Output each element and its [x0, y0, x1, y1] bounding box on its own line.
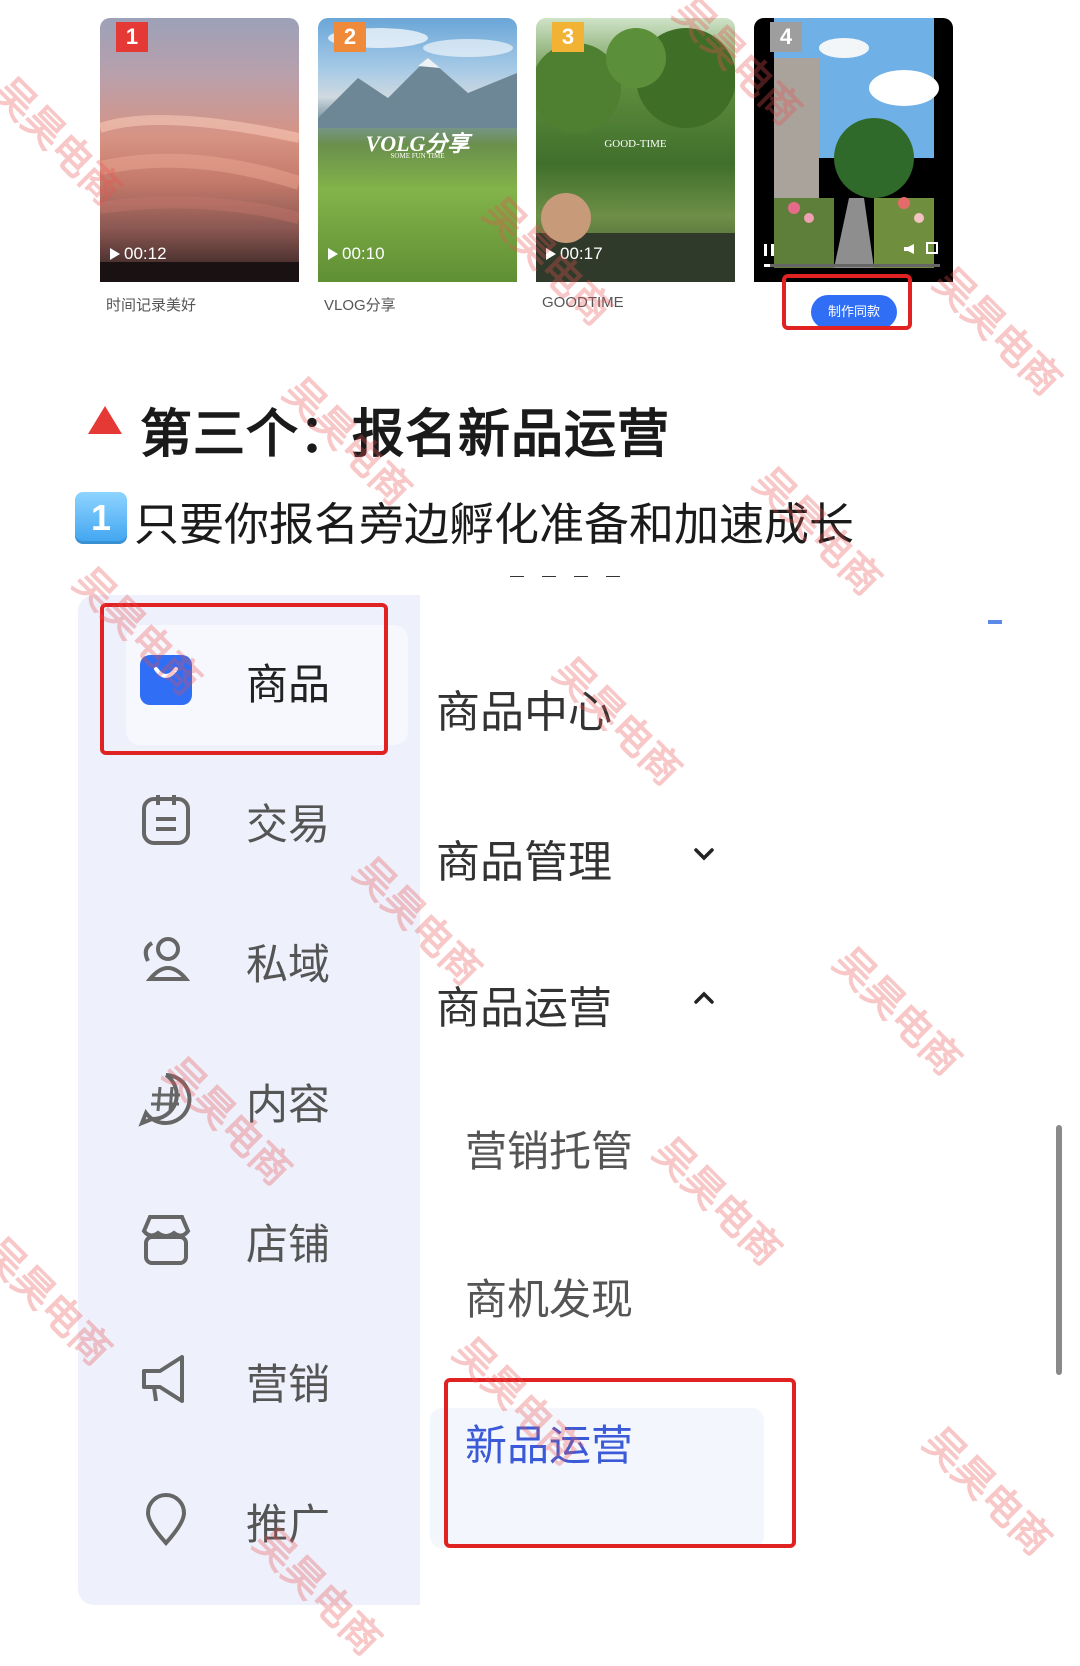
template-card-1[interactable]: 1 00:12 时间记录美好 [100, 18, 299, 338]
play-icon [546, 248, 556, 260]
template-title: VLOG分享 [324, 297, 396, 314]
forest-thumbnail: GOOD-TIME [536, 18, 735, 282]
sidebar-item-label: 私域 [246, 940, 331, 989]
garden-scene [764, 18, 940, 268]
play-icon [110, 248, 120, 260]
sidebar-item-private-domain[interactable]: 私域 [138, 923, 398, 1003]
scrollbar[interactable] [1056, 1125, 1062, 1375]
play-icon [328, 248, 338, 260]
fullscreen-icon[interactable] [926, 242, 938, 254]
submenu-goods-center[interactable]: 商品中心 [436, 676, 612, 740]
sidebar-item-label: 内容 [246, 1080, 331, 1129]
duration-label: 00:10 [328, 244, 385, 264]
sidebar-item-promotion[interactable]: 推广 [138, 1483, 398, 1563]
keycap-one-icon: 1 [75, 492, 127, 544]
sidebar-item-store[interactable]: 店铺 [138, 1203, 398, 1283]
clipped-top-text [510, 565, 650, 577]
sidebar-item-content[interactable]: 内容 [138, 1063, 398, 1143]
sidebar-item-label: 交易 [246, 800, 331, 849]
template-title: 时间记录美好 [106, 297, 197, 314]
rank-badge: 3 [552, 22, 584, 52]
users-icon [143, 937, 191, 981]
sidebar-item-label: 营销 [246, 1360, 331, 1409]
duration-label: 00:12 [110, 244, 167, 264]
submenu-opportunity-discovery[interactable]: 商机发现 [465, 1266, 633, 1327]
subline-text: 只要你报名旁边孵化准备和加速成长 [134, 498, 855, 551]
template-title: GOODTIME [542, 294, 624, 311]
megaphone-icon [142, 1355, 184, 1403]
template-card-3[interactable]: GOOD-TIME 3 00:17 GOODTIME [536, 18, 735, 338]
submenu-marketing-hosting[interactable]: 营销托管 [465, 1118, 633, 1179]
highlight-box-goods [100, 603, 388, 755]
sidebar-item-label: 店铺 [246, 1220, 331, 1269]
chevron-up-icon[interactable] [692, 986, 716, 1010]
hashtag-icon [138, 1073, 192, 1127]
template-card-2[interactable]: VOLG分享 SOME FUN TIME 2 00:10 VLOG分享 [318, 18, 517, 338]
store-icon [141, 1215, 191, 1265]
sidebar-item-label: 推广 [246, 1500, 331, 1549]
thumbnail-overlay-subtitle: SOME FUN TIME [390, 152, 445, 160]
sunset-thumbnail [100, 18, 299, 282]
red-triangle-icon [88, 406, 122, 434]
duration-label: 00:17 [546, 244, 603, 264]
pause-icon[interactable] [764, 244, 774, 256]
highlight-box-make-button [782, 274, 912, 330]
sidebar-item-marketing[interactable]: 营销 [138, 1343, 398, 1423]
rank-badge: 1 [116, 22, 148, 52]
clipboard-icon [142, 795, 190, 845]
tree-shapes [536, 28, 735, 282]
blue-indicator [988, 620, 1002, 624]
meadow-thumbnail: VOLG分享 SOME FUN TIME [318, 18, 517, 282]
highlight-box-new-product [444, 1378, 796, 1548]
location-pin-icon [145, 1493, 187, 1546]
rank-badge: 2 [334, 22, 366, 52]
sidebar-item-trade[interactable]: 交易 [138, 783, 398, 863]
chevron-down-icon[interactable] [692, 842, 716, 866]
submenu-goods-manage[interactable]: 商品管理 [436, 826, 612, 890]
rank-badge: 4 [770, 22, 802, 52]
cloud-streaks [100, 115, 299, 282]
heading-text: 第三个：报名新品运营 [140, 405, 671, 465]
garden-video-player[interactable] [754, 18, 953, 282]
thumbnail-overlay-title: GOOD-TIME [604, 138, 667, 150]
submenu-goods-operate[interactable]: 商品运营 [436, 972, 612, 1036]
